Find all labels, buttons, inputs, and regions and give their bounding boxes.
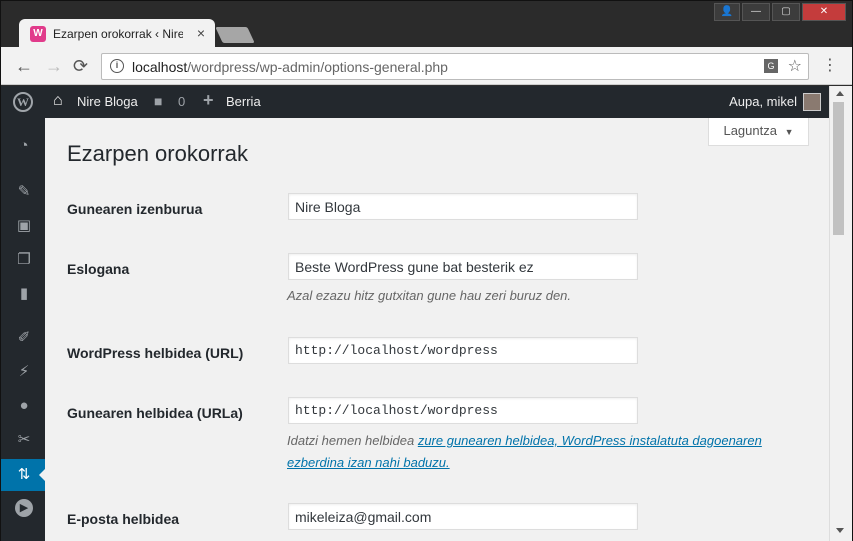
translate-icon[interactable]: G (764, 59, 778, 73)
tab-close-icon[interactable]: × (197, 25, 205, 41)
tagline-label: Eslogana (67, 261, 130, 277)
site-url-help-link-cont[interactable]: ezberdina izan nahi baduzu. (287, 455, 450, 470)
browser-window: W Ezarpen orokorrak ‹ Nire × 👤 — ▢ ✕ ← →… (0, 0, 853, 541)
reload-icon[interactable]: ⟳ (73, 56, 88, 77)
new-content-icon[interactable]: + (203, 90, 214, 111)
new-content-link[interactable]: Berria (226, 94, 261, 109)
wordpress-logo-icon[interactable]: W (13, 92, 33, 112)
comments-count[interactable]: 0 (178, 94, 185, 109)
window-controls: 👤 — ▢ ✕ (714, 3, 846, 21)
site-url-description-text: Idatzi hemen helbidea (287, 433, 418, 448)
url-host: localhost (132, 59, 188, 75)
user-avatar[interactable] (803, 93, 821, 111)
url-path: /wordpress/wp-admin/options-general.php (187, 59, 448, 75)
posts-icon[interactable]: ✎ (15, 183, 33, 201)
wordpress-url-label: WordPress helbidea (URL) (67, 345, 244, 361)
user-greeting[interactable]: Aupa, mikel (729, 94, 797, 109)
settings-content: Laguntza ▼ Ezarpen orokorrak Gunearen iz… (45, 118, 829, 541)
wp-admin-bar: W ⌂ Nire Bloga ■ 0 + Berria Aupa, mikel (1, 86, 829, 118)
site-url-label: Gunearen helbidea (URLa) (67, 405, 243, 421)
url-text[interactable]: localhost/wordpress/wp-admin/options-gen… (132, 59, 448, 75)
site-url-help-link[interactable]: zure gunearen helbidea, WordPress instal… (418, 433, 762, 448)
site-title-input[interactable] (288, 193, 638, 220)
minimize-button[interactable]: — (742, 3, 770, 21)
home-icon[interactable]: ⌂ (53, 92, 63, 110)
pages-icon[interactable]: ❐ (15, 251, 33, 269)
scroll-down-icon[interactable] (836, 528, 844, 533)
site-url-input[interactable] (288, 397, 638, 424)
email-label: E-posta helbidea (67, 511, 180, 527)
title-bar: W Ezarpen orokorrak ‹ Nire × 👤 — ▢ ✕ (1, 1, 852, 49)
help-tab-button[interactable]: Laguntza ▼ (708, 118, 809, 146)
site-info-icon[interactable]: i (110, 59, 124, 73)
media-icon[interactable]: ▣ (15, 217, 33, 235)
site-name-link[interactable]: Nire Bloga (77, 94, 138, 109)
wordpress-favicon-icon: W (30, 26, 46, 42)
wordpress-url-input[interactable] (288, 337, 638, 364)
browser-menu-icon[interactable]: ⋮ (822, 55, 838, 75)
scroll-thumb[interactable] (833, 102, 844, 235)
collapse-menu-icon[interactable]: ▶ (15, 499, 33, 517)
comments-menu-icon[interactable]: ▮ (15, 285, 33, 303)
maximize-button[interactable]: ▢ (772, 3, 800, 21)
back-icon[interactable]: ← (15, 56, 33, 77)
wp-admin-sidebar: ◔ ✎ ▣ ❐ ▮ ✐ ⚡ ● ✂ ⇅ ▶ (1, 118, 45, 541)
settings-icon: ⇅ (17, 466, 31, 483)
address-bar[interactable]: i localhost/wordpress/wp-admin/options-g… (101, 53, 809, 80)
new-tab-button[interactable] (215, 27, 255, 43)
tools-icon[interactable]: ✂ (15, 431, 33, 449)
tagline-description: Azal ezazu hitz gutxitan gune hau zeri b… (287, 288, 572, 303)
profile-icon[interactable]: 👤 (714, 3, 740, 21)
appearance-icon[interactable]: ✐ (15, 329, 33, 347)
dashboard-icon[interactable]: ◔ (15, 137, 33, 155)
plugins-icon[interactable]: ⚡ (15, 363, 33, 381)
browser-tab[interactable]: W Ezarpen orokorrak ‹ Nire × (19, 19, 215, 49)
help-tab-label: Laguntza (723, 123, 777, 138)
bookmark-star-icon[interactable]: ☆ (788, 56, 802, 76)
site-url-description: Idatzi hemen helbidea zure gunearen helb… (287, 430, 762, 474)
sidebar-item-settings[interactable]: ⇅ (1, 459, 45, 491)
page-title: Ezarpen orokorrak (67, 141, 248, 166)
chevron-down-icon: ▼ (784, 127, 794, 137)
comments-icon[interactable]: ■ (154, 93, 162, 109)
close-window-button[interactable]: ✕ (802, 3, 846, 21)
email-input[interactable] (288, 503, 638, 530)
site-title-label: Gunearen izenburua (67, 201, 203, 217)
forward-icon[interactable]: → (45, 56, 63, 77)
browser-toolbar: ← → ⟳ i localhost/wordpress/wp-admin/opt… (1, 47, 852, 85)
tab-title: Ezarpen orokorrak ‹ Nire (53, 27, 183, 41)
page-scrollbar[interactable] (829, 86, 852, 541)
scroll-up-icon[interactable] (836, 91, 844, 96)
tagline-input[interactable] (288, 253, 638, 280)
users-icon[interactable]: ● (15, 397, 33, 415)
